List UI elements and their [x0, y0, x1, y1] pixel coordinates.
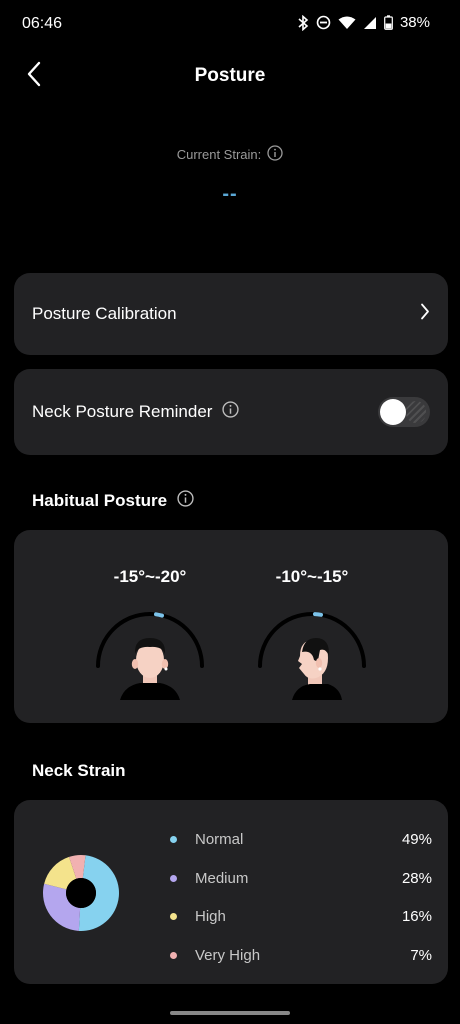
chevron-right-icon [420, 303, 430, 326]
legend-item: Very High 7% [170, 936, 432, 975]
side-posture-gauge: -10°~-15° [242, 530, 382, 723]
neck-strain-heading: Neck Strain [32, 761, 126, 781]
legend-value: 28% [401, 869, 432, 887]
do-not-disturb-icon [316, 15, 331, 30]
info-icon[interactable] [177, 490, 194, 512]
habitual-posture-title: Habitual Posture [32, 491, 168, 510]
toggle-knob [380, 399, 406, 425]
posture-calibration-label: Posture Calibration [32, 304, 177, 323]
legend-label: Normal [195, 830, 244, 848]
neck-posture-reminder-label: Neck Posture Reminder [32, 402, 213, 421]
legend-dot [170, 835, 177, 843]
info-icon[interactable] [222, 401, 240, 423]
legend-value: 16% [401, 908, 432, 926]
legend-item: Normal 49% [170, 820, 432, 859]
current-strain-label: Current Strain: [176, 147, 262, 162]
front-head-gauge-graphic [96, 612, 204, 700]
posture-calibration-row[interactable]: Posture Calibration [14, 273, 448, 355]
legend-value: 7% [410, 946, 432, 964]
front-posture-range: -15°~-20° [113, 567, 187, 586]
status-icons: 38% [297, 14, 430, 31]
head-front-icon [120, 638, 180, 700]
side-head-gauge-graphic [258, 612, 366, 700]
legend-item: High 16% [170, 897, 432, 936]
bluetooth-icon [297, 14, 309, 31]
header: Posture [0, 52, 460, 100]
side-posture-range: -10°~-15° [275, 567, 349, 586]
donut-hole [66, 878, 96, 908]
neck-strain-card: Normal 49% Medium 28% High 16% Very High 7% [14, 800, 448, 984]
habitual-posture-card: -15°~-20° -10°~-15° [14, 530, 448, 723]
current-strain-row: Current Strain: [0, 145, 460, 164]
gauge-indicator [313, 612, 323, 617]
cell-signal-icon [363, 16, 377, 30]
toggle-track [406, 401, 426, 423]
neck-posture-reminder-toggle[interactable] [378, 397, 430, 427]
legend-dot [170, 874, 177, 882]
status-bar: 06:46 38% [0, 0, 460, 50]
legend-item: Medium 28% [170, 859, 432, 898]
legend-label: Medium [195, 869, 249, 887]
gauge-indicator [154, 612, 164, 618]
legend-label: Very High [195, 946, 261, 964]
legend-dot [170, 951, 177, 959]
neck-strain-legend: Normal 49% Medium 28% High 16% Very High 7% [170, 820, 432, 975]
neck-strain-donut-chart [43, 855, 119, 931]
front-posture-gauge: -15°~-20° [80, 530, 220, 723]
info-icon[interactable] [267, 145, 283, 164]
status-time: 06:46 [22, 15, 63, 32]
legend-dot [170, 913, 177, 921]
neck-posture-reminder-row: Neck Posture Reminder [14, 369, 448, 455]
habitual-posture-heading: Habitual Posture [32, 490, 194, 512]
legend-value: 49% [401, 830, 432, 848]
legend-label: High [195, 908, 226, 926]
battery-percent: 38% [399, 14, 430, 31]
page-title: Posture [194, 65, 266, 86]
home-indicator[interactable] [170, 1011, 290, 1015]
battery-icon [384, 15, 393, 30]
head-side-icon [292, 638, 342, 700]
wifi-icon [338, 16, 356, 30]
current-strain-value: -- [222, 183, 238, 205]
neck-strain-title: Neck Strain [32, 761, 126, 780]
